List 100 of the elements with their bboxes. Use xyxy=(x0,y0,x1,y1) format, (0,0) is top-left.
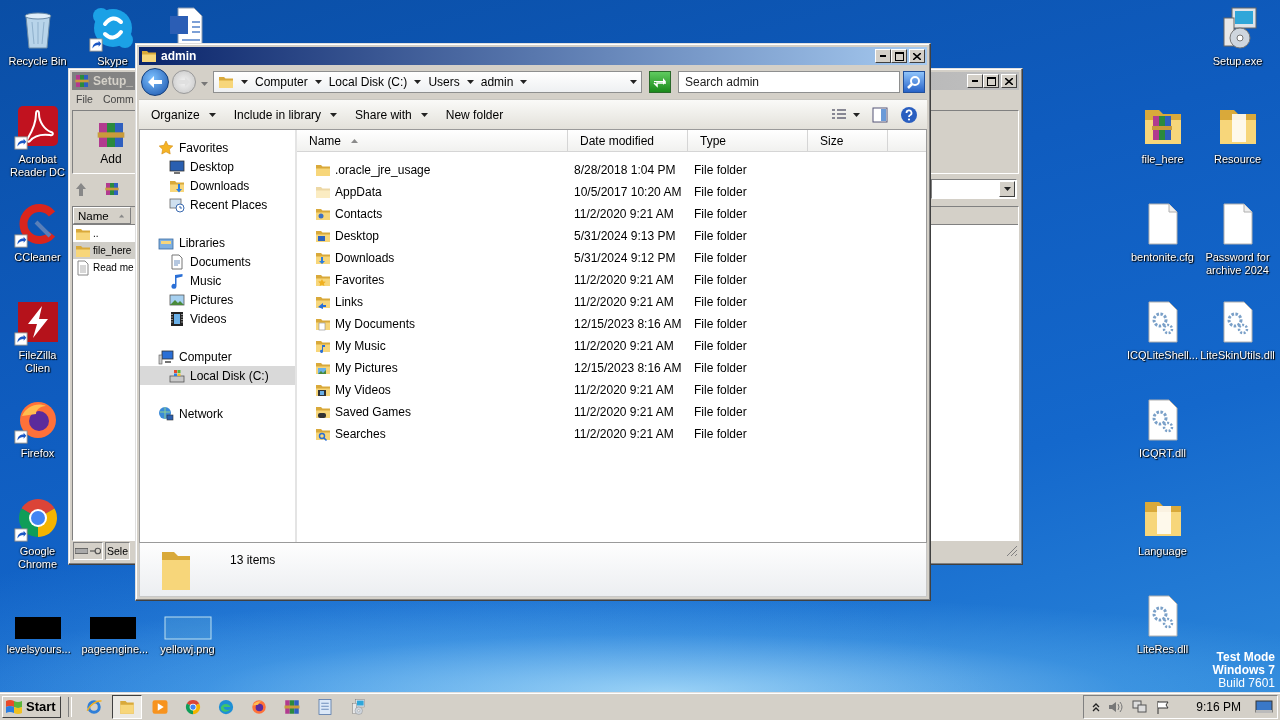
path-field[interactable] xyxy=(931,179,1017,199)
speaker-icon[interactable] xyxy=(1108,699,1125,714)
nav-item[interactable]: Libraries xyxy=(140,233,295,252)
date-modified: 11/2/2020 9:21 AM xyxy=(573,273,675,287)
play-icon xyxy=(150,697,169,716)
refresh-button[interactable] xyxy=(649,71,671,93)
back-button[interactable] xyxy=(141,68,169,96)
toolbar-button[interactable]: Share with xyxy=(347,103,436,126)
address-bar[interactable]: Computer Local Disk (C:) Users admin xyxy=(213,71,642,93)
picture-icon xyxy=(169,291,185,308)
desktop-icon-label[interactable]: Password for archive 2024 xyxy=(1200,251,1275,277)
desktop-icon-label[interactable]: ICQRT.dll xyxy=(1139,447,1186,460)
toolbar-button[interactable]: Include in library xyxy=(225,103,346,126)
nav-item[interactable]: Local Disk (C:) xyxy=(140,366,295,385)
desktop-icon-label[interactable]: levelsyours... xyxy=(6,643,69,656)
maximize-icon xyxy=(894,51,904,61)
dropdown-button[interactable] xyxy=(999,181,1015,197)
breadcrumb[interactable]: Local Disk (C:) xyxy=(328,75,408,89)
breadcrumb[interactable]: admin xyxy=(480,75,514,89)
show-hidden-icons-icon[interactable] xyxy=(1092,701,1101,712)
file-name[interactable]: My Videos xyxy=(335,383,391,397)
file-name[interactable]: Downloads xyxy=(335,251,395,265)
column-header[interactable]: Type xyxy=(688,130,808,151)
file-name[interactable]: My Pictures xyxy=(335,361,398,375)
clock[interactable]: 9:16 PM xyxy=(1196,699,1241,714)
caret-icon xyxy=(630,80,637,84)
desktop-icon-label[interactable]: Firefox xyxy=(20,447,55,460)
nav-item[interactable]: Pictures xyxy=(140,290,295,309)
column-header[interactable]: Size xyxy=(808,130,888,151)
nav-item[interactable]: Network xyxy=(140,404,295,423)
caret-icon xyxy=(420,112,428,117)
minimize-button[interactable] xyxy=(875,49,891,63)
taskbar-button[interactable] xyxy=(111,694,142,719)
caret-icon xyxy=(241,80,248,84)
nav-item[interactable]: Videos xyxy=(140,309,295,328)
nav-item[interactable]: Music xyxy=(140,271,295,290)
toolbar-button[interactable]: Organize xyxy=(143,103,224,126)
desktop-icon-label[interactable]: Google Chrome xyxy=(6,545,69,571)
nav-item[interactable]: Favorites xyxy=(140,138,295,157)
file-name[interactable]: Favorites xyxy=(335,273,385,287)
search-field[interactable]: Search admin xyxy=(678,71,900,93)
file-type: File folder xyxy=(693,229,748,243)
file-name[interactable]: Desktop xyxy=(335,229,380,243)
toolbar-button[interactable]: Add xyxy=(95,118,127,166)
folder-icon xyxy=(315,250,331,266)
desktop-icon-label[interactable]: ICQLiteShell... xyxy=(1127,349,1198,362)
start-button[interactable]: Start xyxy=(2,695,61,718)
caret-icon xyxy=(208,112,216,117)
desktop-icon-label[interactable]: LiteSkinUtils.dll xyxy=(1200,349,1275,362)
desktop-icon-label[interactable]: LiteRes.dll xyxy=(1136,643,1189,656)
file-name[interactable]: Contacts xyxy=(335,207,383,221)
file-name[interactable]: My Documents xyxy=(335,317,416,331)
desktop-icon-label[interactable]: Setup.exe xyxy=(1212,55,1263,68)
desktop-icon-label[interactable]: Resource xyxy=(1213,153,1262,166)
desktop-icon-label[interactable]: Acrobat Reader DC xyxy=(6,153,69,179)
maximize-button[interactable] xyxy=(983,74,999,88)
menu-item[interactable]: File xyxy=(74,93,95,105)
network-icon[interactable] xyxy=(1132,699,1149,714)
desktop-icon-label[interactable]: Language xyxy=(1138,545,1187,558)
toolbar-button[interactable]: New folder xyxy=(437,103,512,126)
system-notice-text: Test Mode xyxy=(1216,651,1275,664)
desktop-icon-label[interactable]: yellowj.png xyxy=(160,643,215,656)
desktop-icon-label[interactable]: Recycle Bin xyxy=(8,55,67,68)
file-name[interactable]: My Music xyxy=(335,339,386,353)
minimize-button[interactable] xyxy=(967,74,983,88)
flag-icon[interactable] xyxy=(1156,699,1171,714)
search-button[interactable] xyxy=(903,71,925,93)
folder-icon xyxy=(315,360,331,376)
column-header[interactable]: Date modified xyxy=(568,130,688,151)
close-button[interactable] xyxy=(1001,74,1017,88)
file-name[interactable]: Links xyxy=(335,295,363,309)
breadcrumb[interactable]: Computer xyxy=(255,75,308,89)
close-button[interactable] xyxy=(909,49,925,63)
show-desktop-icon[interactable] xyxy=(1255,699,1273,714)
close-icon xyxy=(1005,77,1013,85)
nav-item[interactable]: Recent Places xyxy=(140,195,295,214)
nav-item[interactable]: Desktop xyxy=(140,157,295,176)
file-row[interactable]: Read me xyxy=(73,259,135,276)
file-row[interactable]: .. xyxy=(73,225,135,242)
file-name[interactable]: .oracle_jre_usage xyxy=(335,163,431,177)
file-name[interactable]: Searches xyxy=(335,427,386,441)
desktop-icon-label[interactable]: CCleaner xyxy=(14,251,61,264)
menu-item[interactable]: Comm xyxy=(100,93,136,105)
date-modified: 11/2/2020 9:21 AM xyxy=(573,207,675,221)
column-header[interactable]: Name xyxy=(73,207,131,224)
nav-item[interactable]: Computer xyxy=(140,347,295,366)
folder-icon xyxy=(315,162,331,178)
file-name[interactable]: AppData xyxy=(335,185,382,199)
desktop-icon-label[interactable]: Skype xyxy=(97,55,128,68)
desktop-icon-label[interactable]: bentonite.cfg xyxy=(1131,251,1194,264)
desktop-icon-label[interactable]: file_here xyxy=(1141,153,1184,166)
maximize-button[interactable] xyxy=(891,49,907,63)
file-row[interactable]: file_here xyxy=(73,242,135,259)
column-header[interactable]: Name xyxy=(297,130,568,151)
breadcrumb[interactable]: Users xyxy=(428,75,460,89)
list-view-icon xyxy=(831,107,847,122)
file-name[interactable]: Saved Games xyxy=(335,405,412,419)
nav-item[interactable]: Downloads xyxy=(140,176,295,195)
desktop-icon-label[interactable]: FileZilla Clien xyxy=(6,349,69,375)
nav-item[interactable]: Documents xyxy=(140,252,295,271)
